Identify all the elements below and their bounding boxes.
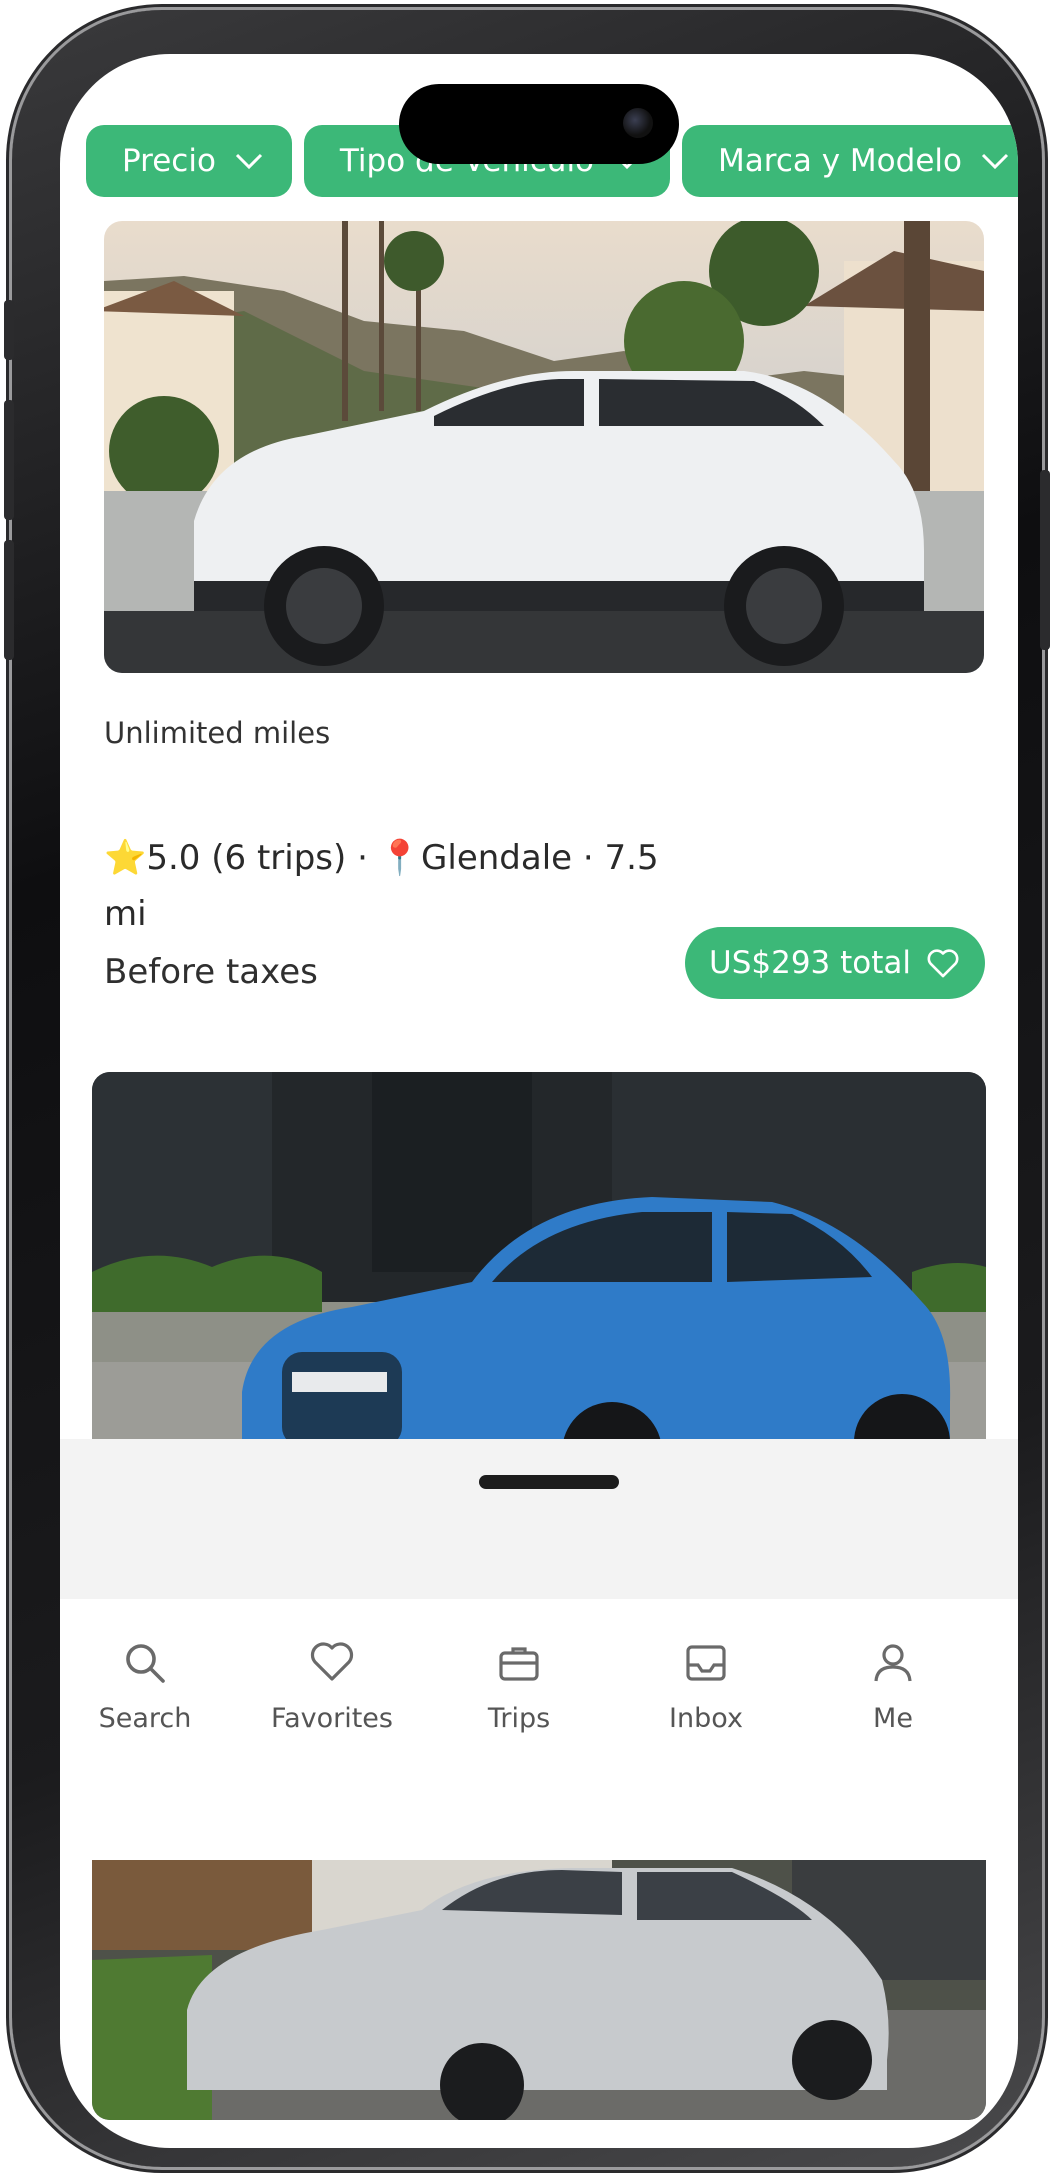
listing-feature: Unlimited miles bbox=[104, 716, 331, 750]
trip-count: (6 trips) bbox=[211, 838, 347, 878]
heart-icon[interactable] bbox=[925, 947, 961, 979]
listing-photo-blue-sedan[interactable] bbox=[92, 1072, 986, 1492]
filter-price[interactable]: Precio bbox=[86, 125, 292, 197]
nav-item-trips[interactable]: Trips bbox=[434, 1639, 604, 1734]
phone-frame: Precio Tipo de Vehículo Marca y Modelo bbox=[4, 10, 1050, 2167]
car-photo bbox=[92, 1860, 986, 2120]
car-photo bbox=[104, 221, 984, 673]
tax-note: Before taxes bbox=[104, 952, 318, 992]
nav-label: Inbox bbox=[669, 1703, 743, 1734]
sheet-drag-handle[interactable] bbox=[479, 1475, 619, 1489]
nav-label: Trips bbox=[487, 1703, 551, 1734]
action-button bbox=[4, 300, 14, 360]
location: Glendale bbox=[421, 838, 573, 878]
power-button bbox=[1040, 470, 1050, 650]
filter-make-model[interactable]: Marca y Modelo bbox=[682, 125, 1018, 197]
nav-item-me[interactable]: Me bbox=[808, 1639, 978, 1734]
inbox-icon bbox=[686, 1645, 726, 1681]
star-icon: ⭐ bbox=[104, 838, 147, 878]
camera-icon bbox=[623, 108, 653, 138]
listing-photo-silver-sedan[interactable] bbox=[92, 1860, 986, 2120]
nav-item-inbox[interactable]: Inbox bbox=[621, 1639, 791, 1734]
briefcase-icon bbox=[499, 1647, 539, 1681]
nav-item-favorites[interactable]: Favorites bbox=[247, 1639, 417, 1734]
nav-label: Search bbox=[98, 1703, 192, 1734]
volume-up-button bbox=[4, 400, 14, 520]
phone-screen: Precio Tipo de Vehículo Marca y Modelo bbox=[60, 54, 1018, 2148]
heart-icon bbox=[310, 1642, 354, 1681]
price-button[interactable]: US$293 total bbox=[685, 927, 985, 999]
listing-photo-white-suv[interactable] bbox=[104, 221, 984, 673]
car-photo bbox=[92, 1072, 986, 1492]
price-label: US$293 total bbox=[709, 945, 911, 981]
nav-label: Me bbox=[873, 1703, 913, 1734]
bottom-sheet[interactable] bbox=[60, 1439, 1018, 1599]
bottom-nav: Search Favorites Trips Inbox Me bbox=[60, 1599, 1018, 1849]
filter-label: Marca y Modelo bbox=[718, 143, 962, 179]
nav-label: Favorites bbox=[271, 1703, 393, 1734]
volume-down-button bbox=[4, 540, 14, 660]
nav-item-search[interactable]: Search bbox=[60, 1639, 230, 1734]
chevron-down-icon bbox=[981, 153, 1009, 170]
filter-label: Precio bbox=[122, 143, 216, 179]
dynamic-island bbox=[399, 84, 679, 164]
listing-rating-line: ⭐5.0 (6 trips) · 📍Glendale · 7.5 mi bbox=[104, 838, 659, 934]
rating-value: 5.0 bbox=[146, 838, 201, 878]
pin-icon: 📍 bbox=[378, 838, 422, 878]
search-icon bbox=[126, 1644, 165, 1683]
chevron-down-icon bbox=[235, 153, 262, 170]
user-icon bbox=[874, 1644, 912, 1682]
